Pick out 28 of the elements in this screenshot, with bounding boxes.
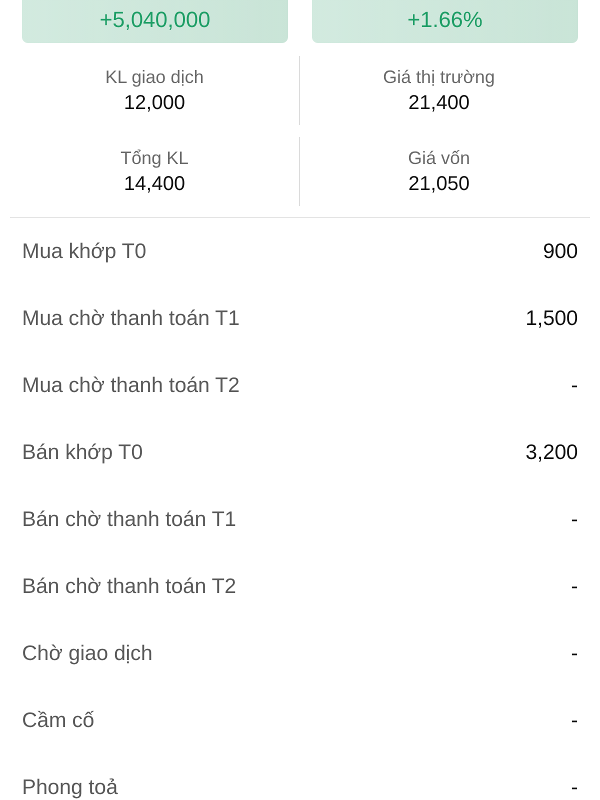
stat-value: 14,400 bbox=[124, 172, 186, 196]
stat-value: 12,000 bbox=[124, 91, 186, 115]
stat-value: 21,050 bbox=[408, 172, 470, 196]
row-value: 3,200 bbox=[525, 440, 578, 466]
row-value: - bbox=[571, 774, 578, 800]
summary-value: +1.66% bbox=[407, 8, 483, 32]
row-label: Mua khớp T0 bbox=[22, 238, 146, 264]
row-value: 1,500 bbox=[525, 306, 578, 332]
row-value: - bbox=[571, 574, 578, 600]
stat-label: Tổng KL bbox=[120, 147, 189, 169]
row-value: - bbox=[571, 372, 578, 398]
row-value: 900 bbox=[542, 238, 578, 264]
summary-value: +5,040,000 bbox=[100, 8, 210, 32]
stat-value: 21,400 bbox=[408, 91, 470, 115]
row-label: Phong toả bbox=[22, 774, 118, 800]
row-value: - bbox=[571, 708, 578, 734]
row-value: - bbox=[571, 640, 578, 666]
row-label: Chờ giao dịch bbox=[22, 640, 153, 666]
row-label: Cầm cố bbox=[22, 708, 94, 734]
row-label: Bán chờ thanh toán T2 bbox=[22, 574, 236, 600]
row-label: Mua chờ thanh toán T2 bbox=[22, 372, 240, 398]
stat-label: Giá thị trường bbox=[383, 66, 495, 88]
stat-label: Giá vốn bbox=[408, 147, 470, 169]
row-value: - bbox=[571, 506, 578, 532]
row-label: Mua chờ thanh toán T1 bbox=[22, 306, 240, 332]
stat-label: KL giao dịch bbox=[105, 66, 204, 88]
row-label: Bán khớp T0 bbox=[22, 440, 143, 466]
row-label: Bán chờ thanh toán T1 bbox=[22, 506, 236, 532]
